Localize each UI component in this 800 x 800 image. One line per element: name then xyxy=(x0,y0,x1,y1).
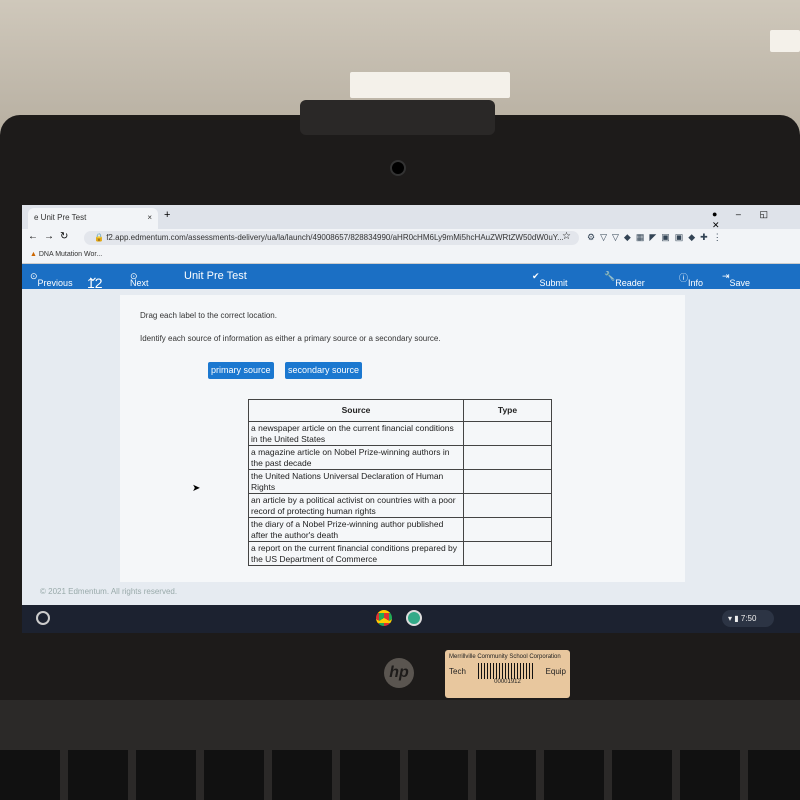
table-row: the diary of a Nobel Prize-winning autho… xyxy=(248,517,552,542)
table-row: a report on the current financial condit… xyxy=(248,541,552,566)
test-title: Unit Pre Test xyxy=(184,270,247,282)
hp-logo: hp xyxy=(384,658,414,688)
previous-button[interactable]: ⊙ Previous xyxy=(30,271,73,288)
ceiling-light xyxy=(350,72,510,98)
source-table: Source Type a newspaper article on the cu… xyxy=(248,399,552,566)
sticker-equip: Equip xyxy=(545,666,566,676)
status-tray[interactable]: ▾ ▮ 7:50 xyxy=(722,610,774,627)
test-nav-bar: ⊙ Previous 12 ⌄ Next ⊙ Unit Pre Test ✔ Su… xyxy=(22,264,800,308)
type-drop-zone[interactable] xyxy=(463,493,552,518)
chromeos-shelf: ▾ ▮ 7:50 xyxy=(22,605,800,633)
label-primary-source[interactable]: primary source xyxy=(208,362,274,379)
warning-icon: ▲ xyxy=(30,251,39,258)
keyboard xyxy=(0,700,800,800)
question-select[interactable]: 12 ⌄ xyxy=(87,268,103,291)
classroom-icon[interactable] xyxy=(406,610,422,626)
type-drop-zone[interactable] xyxy=(463,469,552,494)
instruction: Drag each label to the correct location. xyxy=(140,311,277,320)
copyright-footer: © 2021 Edmentum. All rights reserved. xyxy=(40,587,178,596)
browser-tab[interactable]: e Unit Pre Test × xyxy=(28,208,158,229)
prompt: Identify each source of information as e… xyxy=(140,334,441,343)
bookmark-item[interactable]: ▲ DNA Mutation Wor... xyxy=(30,251,102,258)
sticker-tech: Tech xyxy=(449,666,466,676)
nav-arrows-reload[interactable]: ←→↻ xyxy=(28,231,74,242)
mouse-cursor-icon: ➤ xyxy=(192,483,201,494)
type-drop-zone[interactable] xyxy=(463,445,552,470)
tab-title: Unit Pre Test xyxy=(40,213,87,222)
webcam xyxy=(390,160,406,176)
screen: e Unit Pre Test × + ● – ◱ ✕ ←→↻ 🔒 f2.app.… xyxy=(22,205,800,633)
content-area: Drag each label to the correct location.… xyxy=(22,289,800,605)
chrome-icon[interactable] xyxy=(376,610,392,626)
launcher-icon[interactable] xyxy=(36,611,50,625)
submit-test-button[interactable]: ✔ Submit Test xyxy=(532,271,568,298)
extension-icons[interactable]: ⚙▽▽◆▦◤▣▣◆✚⋮ xyxy=(587,232,727,243)
tab-strip: e Unit Pre Test × + ● – ◱ ✕ xyxy=(22,205,800,231)
new-tab-button[interactable]: + xyxy=(164,209,170,221)
save-exit-button[interactable]: ⇥ Save & Exit xyxy=(722,271,750,308)
header-type: Type xyxy=(463,399,552,422)
info-button[interactable]: ⓘ Info xyxy=(679,271,703,288)
lock-icon: 🔒 xyxy=(94,233,107,242)
keyboard-keys xyxy=(0,750,800,800)
asset-sticker: Merrillville Community School Corporatio… xyxy=(445,650,570,698)
sticker-number: 00001912 xyxy=(494,679,521,685)
ceiling-light xyxy=(770,30,800,52)
barcode xyxy=(478,663,534,679)
next-button[interactable]: Next ⊙ xyxy=(130,271,149,288)
table-row: an article by a political activist on co… xyxy=(248,493,552,518)
star-icon[interactable]: ☆ xyxy=(562,231,571,242)
webcam-clip xyxy=(300,100,495,135)
question-card: Drag each label to the correct location.… xyxy=(120,295,685,582)
url-input[interactable]: 🔒 f2.app.edmentum.com/assessments-delive… xyxy=(84,231,579,245)
type-drop-zone[interactable] xyxy=(463,517,552,542)
edge-icon: e xyxy=(34,213,41,222)
header-source: Source xyxy=(248,399,464,422)
table-row: a newspaper article on the current finan… xyxy=(248,421,552,446)
bookmarks-bar: ▲ DNA Mutation Wor... xyxy=(22,247,800,264)
type-drop-zone[interactable] xyxy=(463,421,552,446)
table-row: the United Nations Universal Declaration… xyxy=(248,469,552,494)
table-row: a magazine article on Nobel Prize-winnin… xyxy=(248,445,552,470)
reader-tools-button[interactable]: 🔧 Reader Tools xyxy=(604,271,645,298)
close-tab-icon[interactable]: × xyxy=(147,213,152,222)
clock: 7:50 xyxy=(740,614,757,623)
type-drop-zone[interactable] xyxy=(463,541,552,566)
label-secondary-source[interactable]: secondary source xyxy=(285,362,363,379)
address-bar-row: ←→↻ 🔒 f2.app.edmentum.com/assessments-de… xyxy=(22,229,800,247)
sticker-org: Merrillville Community School Corporatio… xyxy=(449,654,561,660)
window-controls[interactable]: ● – ◱ ✕ xyxy=(712,209,800,231)
